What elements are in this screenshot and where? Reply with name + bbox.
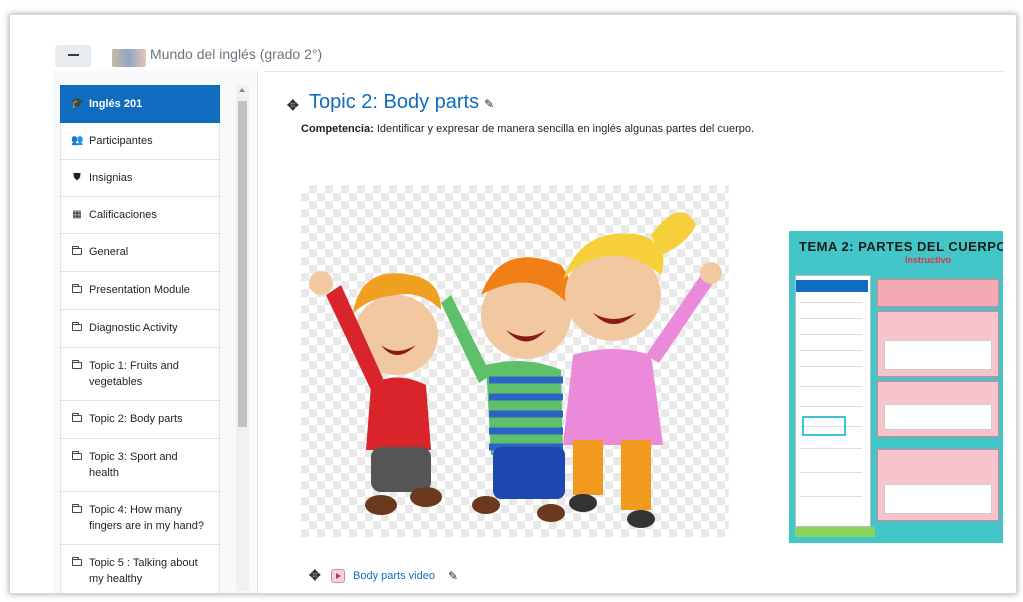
folder-icon [72, 322, 82, 331]
infographic-step-2 [877, 381, 999, 437]
sidebar-item-topic-5[interactable]: Topic 5 : Talking about my healthy [60, 545, 220, 593]
hamburger-icon [68, 54, 79, 56]
scrollbar-thumb[interactable] [238, 101, 247, 427]
users-icon: 👥 [71, 135, 84, 146]
folder-icon [72, 557, 82, 566]
sidebar-item-label: Insignias [89, 172, 133, 184]
table-icon: ▦ [72, 209, 82, 220]
body-parts-video-link[interactable]: Body parts video [353, 570, 435, 582]
folder-icon [72, 451, 82, 460]
move-icon[interactable]: ✥ [309, 567, 321, 584]
sidebar-item-label: Topic 1: Fruits and vegetables [89, 360, 179, 388]
main-content: ✥ Topic 2: Body parts ✎ Competencia: Iden… [265, 71, 1005, 593]
folder-icon [72, 360, 82, 369]
menu-toggle-button[interactable] [55, 45, 91, 67]
scroll-up-arrow-icon[interactable] [239, 88, 245, 92]
pencil-icon[interactable]: ✎ [448, 569, 458, 583]
pencil-icon[interactable]: ✎ [484, 97, 494, 111]
section-heading: Topic 2: Body parts ✎ [309, 91, 494, 114]
shield-icon: ⛊ [73, 172, 81, 183]
sidebar-item-label: Topic 4: How many fingers are in my hand… [89, 504, 204, 532]
video-icon [331, 569, 345, 583]
browser-frame: Mundo del inglés (grado 2°) 🎓 Inglés 201… [9, 14, 1017, 594]
sidebar-item-topic-2[interactable]: Topic 2: Body parts [60, 401, 220, 439]
sidebar-item-topic-4[interactable]: Topic 4: How many fingers are in my hand… [60, 492, 220, 545]
sidebar-item-presentation-module[interactable]: Presentation Module [60, 272, 220, 310]
activity-item: Body parts video ✎ [331, 569, 458, 583]
graduation-cap-icon: 🎓 [71, 98, 84, 109]
sidebar-item-topic-3[interactable]: Topic 3: Sport and health [60, 439, 220, 492]
infographic-step-3 [877, 449, 999, 521]
sidebar-item-label: Calificaciones [89, 209, 157, 221]
sidebar-scrollbar[interactable] [236, 85, 249, 591]
sidebar-item-label: Inglés 201 [89, 98, 143, 110]
sidebar-item-label: Topic 2: Body parts [89, 413, 183, 425]
infographic-header-box [877, 279, 999, 307]
sidebar-item-label: General [89, 246, 129, 258]
competencia-text: Competencia: Identificar y expresar de m… [301, 123, 754, 135]
course-name[interactable]: Mundo del inglés (grado 2°) [150, 46, 322, 62]
divider [265, 71, 1005, 72]
folder-icon [72, 413, 82, 422]
sidebar-item-label: Participantes [89, 135, 153, 147]
competencia-label: Competencia: [301, 123, 374, 135]
sidebar-item-participantes[interactable]: 👥 Participantes [60, 123, 220, 160]
top-header: Mundo del inglés (grado 2°) [50, 45, 650, 71]
sidebar-item-insignias[interactable]: ⛊ Insignias [60, 160, 220, 197]
sidebar-item-diagnostic-activity[interactable]: Diagnostic Activity [60, 310, 220, 348]
infographic-sidebar-preview [795, 275, 871, 527]
infographic-image: TEMA 2: PARTES DEL CUERPO Instructivo [789, 231, 1003, 543]
sidebar-item-label: Topic 3: Sport and health [89, 451, 178, 479]
folder-icon [72, 246, 82, 255]
sidebar-item-ingles-201[interactable]: 🎓 Inglés 201 [60, 85, 220, 123]
infographic-title: TEMA 2: PARTES DEL CUERPO [799, 239, 1003, 254]
sidebar-item-topic-1[interactable]: Topic 1: Fruits and vegetables [60, 348, 220, 401]
sidebar-item-label: Topic 5 : Talking about my healthy [89, 557, 198, 585]
sidebar-item-label: Presentation Module [89, 284, 190, 296]
folder-icon [72, 504, 82, 513]
competencia-description: Identificar y expresar de manera sencill… [376, 123, 755, 135]
course-thumbnail [112, 49, 146, 67]
infographic-step-1 [877, 311, 999, 377]
move-icon[interactable]: ✥ [287, 97, 299, 114]
infographic-decoration [795, 527, 875, 537]
sidebar-nav: 🎓 Inglés 201 👥 Participantes ⛊ Insignias… [60, 85, 220, 593]
course-index-drawer: 🎓 Inglés 201 👥 Participantes ⛊ Insignias… [53, 71, 258, 593]
children-illustration [301, 185, 729, 537]
sidebar-item-general[interactable]: General [60, 234, 220, 272]
infographic-subtitle: Instructivo [905, 255, 952, 265]
section-title[interactable]: Topic 2: Body parts [309, 91, 479, 113]
sidebar-item-calificaciones[interactable]: ▦ Calificaciones [60, 197, 220, 234]
sidebar-item-label: Diagnostic Activity [89, 322, 178, 334]
folder-icon [72, 284, 82, 293]
